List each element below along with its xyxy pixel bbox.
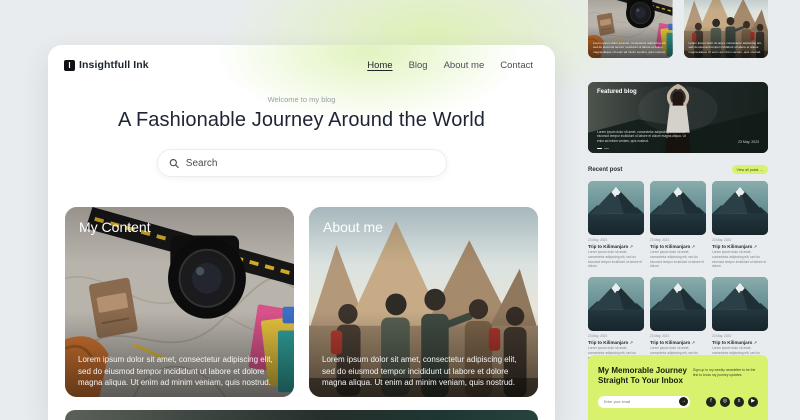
post-date: 23 May, 2023: [712, 334, 768, 338]
post-card[interactable]: 23 May, 2023 Trip to Kilimanjaro ↗ Lorem…: [712, 181, 768, 269]
post-title: Trip to Kilimanjaro ↗: [650, 244, 706, 249]
subscribe-button[interactable]: →: [679, 397, 688, 406]
featured-section-peek: [65, 410, 538, 420]
page-preview-column: My Content Lorem ipsum dolor sit amet, c…: [588, 0, 768, 58]
post-photo: [588, 181, 644, 235]
post-card[interactable]: 23 May, 2023 Trip to Kilimanjaro ↗ Lorem…: [650, 277, 706, 365]
recent-posts-grid: 23 May, 2023 Trip to Kilimanjaro ↗ Lorem…: [588, 181, 768, 365]
post-title: Trip to Kilimanjaro ↗: [588, 340, 644, 345]
arrow-up-right-icon: ↗: [630, 340, 633, 345]
social-icons: f ◎ x ▶: [706, 397, 758, 407]
view-all-posts-button[interactable]: View all posts →: [732, 165, 769, 174]
facebook-icon[interactable]: f: [706, 397, 716, 407]
blog-page-main: I Insightfull Ink Home Blog About me Con…: [48, 45, 555, 420]
newsletter-top: My Memorable Journey Straight To Your In…: [598, 366, 758, 387]
featured-blog-panel[interactable]: Featured blog Lorem ipsum dolor sit amet…: [588, 82, 768, 153]
card-excerpt: Lorem ipsum dolor sit amet, consectetur …: [78, 354, 281, 388]
mini-cards-row: My Content Lorem ipsum dolor sit amet, c…: [588, 0, 768, 58]
youtube-icon[interactable]: ▶: [748, 397, 758, 407]
nav-blog[interactable]: Blog: [409, 60, 428, 71]
brand-logo[interactable]: I Insightfull Ink: [64, 59, 149, 71]
twitter-icon[interactable]: x: [734, 397, 744, 407]
post-photo: [650, 181, 706, 235]
about-me-card[interactable]: About me Lorem ipsum dolor sit amet, con…: [309, 207, 538, 397]
arrow-up-right-icon: ↗: [630, 244, 633, 249]
hero-section: Welcome to my blog A Fashionable Journey…: [48, 95, 555, 132]
search-icon: [169, 158, 179, 169]
featured-blog-date: 23 May, 2023: [738, 140, 759, 144]
arrow-up-right-icon: ↗: [692, 244, 695, 249]
mini-about-me-card[interactable]: About me Lorem ipsum dolor sit amet, con…: [684, 0, 769, 58]
newsletter-description: Sign up to my weekly newsletter to be th…: [693, 366, 758, 387]
arrow-up-right-icon: ↗: [692, 340, 695, 345]
design-canvas: I Insightfull Ink Home Blog About me Con…: [0, 0, 800, 420]
featured-blog-title: Featured blog: [597, 89, 637, 95]
newsletter-bottom: → f ◎ x ▶: [598, 396, 758, 408]
post-title: Trip to Kilimanjaro ↗: [650, 340, 706, 345]
card-title: My Content: [79, 219, 151, 235]
email-field[interactable]: [604, 400, 674, 404]
post-excerpt: Lorem ipsum dolor sit amet, consectetur …: [712, 250, 768, 269]
post-photo: [650, 277, 706, 331]
post-date: 23 May, 2023: [588, 334, 644, 338]
post-card[interactable]: 23 May, 2023 Trip to Kilimanjaro ↗ Lorem…: [588, 277, 644, 365]
mountain-photo: [588, 181, 644, 235]
post-photo: [712, 181, 768, 235]
page-title: A Fashionable Journey Around the World: [48, 109, 555, 132]
mountain-photo: [588, 277, 644, 331]
card-excerpt: Lorem ipsum dolor sit amet, consectetur …: [322, 354, 525, 388]
post-title: Trip to Kilimanjaro ↗: [712, 244, 768, 249]
search-bar[interactable]: [157, 149, 447, 177]
carousel-dots[interactable]: [597, 148, 609, 149]
post-date: 23 May, 2023: [712, 238, 768, 242]
post-card[interactable]: 23 May, 2023 Trip to Kilimanjaro ↗ Lorem…: [712, 277, 768, 365]
arrow-up-right-icon: ↗: [754, 340, 757, 345]
brand-name: Insightfull Ink: [79, 59, 149, 71]
nav-contact[interactable]: Contact: [500, 60, 533, 71]
hero-cards-row: My Content Lorem ipsum dolor sit amet, c…: [48, 207, 555, 397]
post-title: Trip to Kilimanjaro ↗: [588, 244, 644, 249]
search-input[interactable]: [186, 158, 435, 169]
post-excerpt: Lorem ipsum dolor sit amet, consectetur …: [588, 250, 644, 269]
card-title: About me: [323, 219, 383, 235]
mini-card-excerpt: Lorem ipsum dolor sit amet, consectetur …: [689, 41, 764, 54]
mountain-photo: [650, 277, 706, 331]
recent-posts-heading: Recent post: [588, 167, 622, 173]
mini-my-content-card[interactable]: My Content Lorem ipsum dolor sit amet, c…: [588, 0, 673, 58]
post-card[interactable]: 23 May, 2023 Trip to Kilimanjaro ↗ Lorem…: [588, 181, 644, 269]
nav-home[interactable]: Home: [367, 60, 392, 71]
arrow-up-right-icon: ↗: [754, 244, 757, 249]
post-photo: [712, 277, 768, 331]
newsletter-heading: My Memorable Journey Straight To Your In…: [598, 366, 693, 387]
instagram-icon[interactable]: ◎: [720, 397, 730, 407]
brand-icon: I: [64, 60, 75, 71]
my-content-card[interactable]: My Content Lorem ipsum dolor sit amet, c…: [65, 207, 294, 397]
mountain-photo: [650, 181, 706, 235]
post-date: 23 May, 2023: [588, 238, 644, 242]
post-date: 23 May, 2023: [650, 238, 706, 242]
post-title: Trip to Kilimanjaro ↗: [712, 340, 768, 345]
post-excerpt: Lorem ipsum dolor sit amet, consectetur …: [650, 250, 706, 269]
mountain-photo: [712, 181, 768, 235]
mountain-photo: [712, 277, 768, 331]
mini-card-excerpt: Lorem ipsum dolor sit amet, consectetur …: [593, 41, 668, 54]
post-photo: [588, 277, 644, 331]
nav-about-me[interactable]: About me: [444, 60, 485, 71]
post-card[interactable]: 23 May, 2023 Trip to Kilimanjaro ↗ Lorem…: [650, 181, 706, 269]
featured-blog-excerpt: Lorem ipsum dolor sit amet, consectetur …: [597, 130, 689, 144]
post-date: 23 May, 2023: [650, 334, 706, 338]
recent-posts-header: Recent post View all posts →: [588, 165, 768, 174]
newsletter-panel: My Memorable Journey Straight To Your In…: [588, 355, 768, 420]
main-nav: Home Blog About me Contact: [367, 60, 533, 71]
site-header: I Insightfull Ink Home Blog About me Con…: [48, 45, 555, 71]
email-field-wrap: →: [598, 396, 690, 408]
hero-eyebrow: Welcome to my blog: [48, 95, 555, 104]
